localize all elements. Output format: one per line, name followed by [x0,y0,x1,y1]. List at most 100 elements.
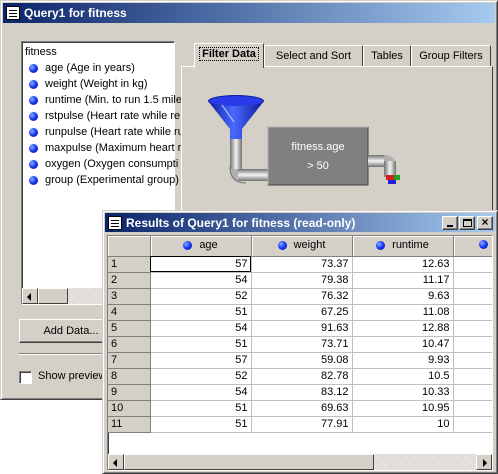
row-number[interactable]: 9 [108,384,151,401]
cell-runtime[interactable]: 9.63 [352,288,454,305]
cell-next[interactable] [453,384,492,401]
cell-weight[interactable]: 79.38 [251,272,353,289]
table-row[interactable]: 11 51 77.91 10 [108,416,492,433]
results-scroll-right-button[interactable] [476,454,492,470]
query-window-titlebar[interactable]: Query1 for fitness [3,3,495,23]
cell-runtime[interactable]: 10.47 [352,336,454,353]
column-header-weight[interactable]: weight [251,236,353,257]
cell-weight[interactable]: 77.91 [251,416,353,433]
cell-weight[interactable]: 59.08 [251,352,353,369]
tab-tables[interactable]: Tables [363,45,411,67]
cell-next[interactable] [453,304,492,321]
cell-weight[interactable]: 82.78 [251,368,353,385]
cell-runtime[interactable]: 11.17 [352,272,454,289]
row-number[interactable]: 11 [108,416,151,433]
cell-runtime[interactable]: 10 [352,416,454,433]
cell-weight[interactable]: 73.37 [251,256,353,273]
cell-weight[interactable]: 76.32 [251,288,353,305]
results-scroll-left-button[interactable] [108,454,124,470]
row-number[interactable]: 7 [108,352,151,369]
cell-age[interactable]: 52 [150,368,252,385]
cell-age[interactable]: 51 [150,336,252,353]
cell-next[interactable] [453,416,492,433]
column-header-next[interactable] [453,236,492,257]
table-row[interactable]: 1 57 73.37 12.63 [108,256,492,273]
results-scroll-thumb[interactable] [124,454,374,470]
variable-item[interactable]: runtime (Min. to run 1.5 mile [25,92,182,108]
cell-runtime[interactable]: 10.5 [352,368,454,385]
cell-weight[interactable]: 69.63 [251,400,353,417]
tab-group-filters[interactable]: Group Filters [411,45,491,67]
tab-select-and-sort[interactable]: Select and Sort [264,45,363,67]
variable-item[interactable]: maxpulse (Maximum heart r [25,140,181,156]
scroll-thumb[interactable] [38,288,68,304]
cell-next[interactable] [453,352,492,369]
variable-item[interactable]: oxygen (Oxygen consumpti [25,156,178,172]
cell-next[interactable] [453,320,492,337]
cell-next[interactable] [453,288,492,305]
table-row[interactable]: 2 54 79.38 11.17 [108,272,492,289]
column-header-runtime[interactable]: runtime [352,236,454,257]
cell-age[interactable]: 54 [150,320,252,337]
table-row[interactable]: 9 54 83.12 10.33 [108,384,492,401]
variable-item[interactable]: age (Age in years) [25,60,171,76]
minimize-button[interactable] [442,215,458,230]
row-number[interactable]: 4 [108,304,151,321]
row-number[interactable]: 1 [108,256,151,273]
corner-cell[interactable] [108,236,151,257]
results-grid[interactable]: age weight runtime 1 57 73.37 12.63 2 54 79.38 11.… [107,235,493,471]
cell-runtime[interactable]: 12.88 [352,320,454,337]
row-number[interactable]: 3 [108,288,151,305]
table-row[interactable]: 10 51 69.63 10.95 [108,400,492,417]
filter-condition[interactable]: > 50 [268,160,368,172]
cell-next[interactable] [453,336,492,353]
cell-runtime[interactable]: 12.63 [352,256,454,273]
cell-age[interactable]: 52 [150,288,252,305]
cell-next[interactable] [453,272,492,289]
row-number[interactable]: 2 [108,272,151,289]
results-window-titlebar[interactable]: Results of Query1 for fitness (read-only… [105,213,495,232]
cell-next[interactable] [453,400,492,417]
close-button[interactable]: × [477,215,493,230]
cell-age[interactable]: 54 [150,272,252,289]
table-row[interactable]: 5 54 91.63 12.88 [108,320,492,337]
table-row[interactable]: 8 52 82.78 10.5 [108,368,492,385]
cell-weight[interactable]: 91.63 [251,320,353,337]
cell-next[interactable] [453,256,492,273]
cell-age[interactable]: 57 [150,352,252,369]
column-header-age[interactable]: age [150,236,252,257]
cell-weight[interactable]: 73.71 [251,336,353,353]
cell-age[interactable]: 57 [150,256,252,273]
table-row[interactable]: 7 57 59.08 9.93 [108,352,492,369]
scroll-left-button[interactable] [22,288,38,304]
tab-filter-data[interactable]: Filter Data [194,43,264,68]
maximize-button[interactable] [459,215,475,230]
table-row[interactable]: 4 51 67.25 11.08 [108,304,492,321]
cell-runtime[interactable]: 10.95 [352,400,454,417]
cell-age[interactable]: 51 [150,400,252,417]
cell-runtime[interactable]: 11.08 [352,304,454,321]
table-row[interactable]: 3 52 76.32 9.63 [108,288,492,305]
cell-weight[interactable]: 67.25 [251,304,353,321]
table-row[interactable]: 6 51 73.71 10.47 [108,336,492,353]
results-hscrollbar[interactable] [108,454,492,470]
row-number[interactable]: 5 [108,320,151,337]
variable-item[interactable]: rstpulse (Heart rate while re [25,108,180,124]
column-icon [376,240,386,250]
library-node[interactable]: fitness [25,45,171,60]
cell-runtime[interactable]: 10.33 [352,384,454,401]
cell-age[interactable]: 51 [150,416,252,433]
cell-age[interactable]: 51 [150,304,252,321]
cell-age[interactable]: 54 [150,384,252,401]
cell-next[interactable] [453,368,492,385]
filter-variable[interactable]: fitness.age [268,141,368,153]
variable-item[interactable]: group (Experimental group) [25,172,179,188]
cell-weight[interactable]: 83.12 [251,384,353,401]
cell-runtime[interactable]: 9.93 [352,352,454,369]
show-preview-checkbox[interactable] [19,371,32,384]
row-number[interactable]: 8 [108,368,151,385]
variable-item[interactable]: weight (Weight in kg) [25,76,171,92]
row-number[interactable]: 10 [108,400,151,417]
row-number[interactable]: 6 [108,336,151,353]
variable-item[interactable]: runpulse (Heart rate while ru [25,124,184,140]
